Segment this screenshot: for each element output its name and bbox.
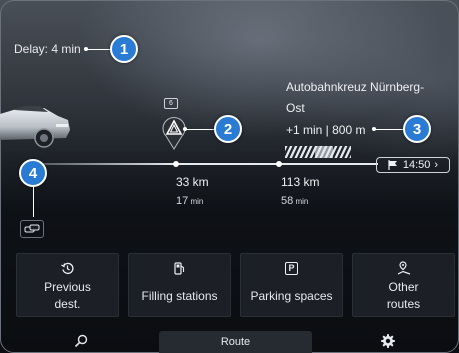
chevron-right-icon: › — [434, 159, 439, 171]
hazard-warning-marker-icon[interactable] — [162, 116, 186, 150]
destination-name-line-2: Ost — [286, 101, 305, 115]
waypoint-2-distance: 113 km — [281, 175, 320, 189]
alternate-route-icon — [397, 261, 410, 275]
waypoint-marker-1 — [173, 161, 179, 167]
callout-4-leader — [33, 185, 34, 217]
tile-label-parking-spaces: Parking spaces — [250, 289, 333, 303]
tile-label-other-routes: Other routes — [386, 280, 421, 311]
callout-badge-1: 1 — [110, 35, 138, 63]
tile-label-previous-destinations: Previous dest. — [44, 280, 91, 311]
vehicle-image — [0, 106, 70, 148]
parking-icon: P — [285, 261, 298, 275]
traffic-jam-segment — [285, 146, 351, 158]
tile-previous-destinations[interactable]: Previous dest. — [16, 253, 119, 317]
delay-label: Delay: 4 min — [14, 42, 81, 56]
traffic-jam-icon[interactable] — [20, 220, 44, 238]
callout-badge-3: 3 — [403, 115, 431, 143]
callout-badge-4: 4 — [19, 159, 47, 187]
speed-camera-icon: 6 — [164, 98, 178, 109]
waypoint-1-distance: 33 km — [176, 175, 209, 189]
callout-1-leader — [86, 49, 110, 50]
tile-other-routes[interactable]: Other routes — [352, 253, 455, 317]
tile-filling-stations[interactable]: Filling stations — [128, 253, 231, 317]
fuel-pump-icon — [173, 261, 184, 275]
speed-camera-count: 6 — [169, 100, 173, 107]
tab-route[interactable]: Route — [159, 331, 312, 353]
destination-delay-distance: +1 min | 800 m — [286, 123, 366, 137]
route-progress-track — [40, 163, 378, 165]
search-icon[interactable] — [73, 333, 89, 349]
callout-badge-2: 2 — [214, 115, 242, 143]
callout-2-dot — [183, 127, 187, 131]
destination-flag-icon — [388, 160, 397, 170]
waypoint-1-time-unit: min — [190, 197, 204, 206]
waypoint-2-time-value: 58 — [281, 195, 294, 207]
callout-1-dot — [84, 47, 88, 51]
navigation-screen: Delay: 4 min 1 6 2 Autobahnkreuz Nürnber… — [0, 0, 459, 353]
waypoint-2-time: 58 min — [281, 195, 308, 207]
gear-icon[interactable] — [380, 333, 396, 349]
waypoint-marker-2 — [276, 161, 282, 167]
tile-label-filling-stations: Filling stations — [141, 289, 218, 303]
callout-3-dot — [372, 127, 376, 131]
tile-parking-spaces[interactable]: P Parking spaces — [240, 253, 343, 317]
destination-name-line-1: Autobahnkreuz Nürnberg- — [286, 80, 425, 94]
history-icon — [61, 262, 74, 274]
callout-2-leader — [184, 129, 214, 130]
waypoint-1-time-value: 17 — [176, 195, 189, 207]
waypoint-1-time: 17 min — [176, 195, 203, 207]
waypoint-2-time-unit: min — [295, 197, 309, 206]
eta-button[interactable]: 14:50 › — [376, 157, 450, 173]
callout-3-leader — [374, 129, 404, 130]
eta-time: 14:50 — [402, 159, 431, 171]
